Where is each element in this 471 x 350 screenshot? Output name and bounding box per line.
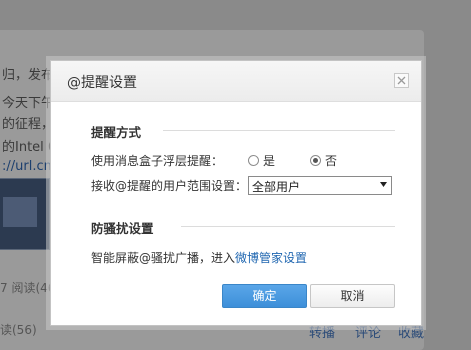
bg-thumbnail-image[interactable] <box>0 178 50 250</box>
anti-spam-section-title: 防骚扰设置 <box>91 221 154 236</box>
bg-text-line-2: 今天下午 <box>2 96 55 111</box>
user-scope-label: 接收@提醒的用户范围设置： <box>91 179 248 193</box>
user-scope-select-value: 全部用户 <box>252 180 301 194</box>
anti-spam-row: 智能屏蔽@骚扰广播，进入微博管家设置 <box>91 249 307 266</box>
section-divider <box>163 130 395 131</box>
popup-reminder-label: 使用消息盒子浮层提醒： <box>91 154 224 168</box>
chevron-down-icon <box>380 182 387 187</box>
confirm-button[interactable]: 确定 <box>222 284 307 308</box>
close-icon[interactable] <box>394 73 409 88</box>
user-scope-select[interactable]: 全部用户 <box>248 176 392 195</box>
bg-text-line-4: 的Intel 6 <box>2 140 57 155</box>
anti-spam-text: 智能屏蔽@骚扰广播，进入 <box>91 251 236 265</box>
cancel-button[interactable]: 取消 <box>310 284 395 308</box>
dialog-title: @提醒设置 <box>67 75 137 91</box>
bg-read-count: 7 阅读(46 <box>0 281 56 295</box>
radio-yes[interactable] <box>248 155 259 166</box>
reminder-method-section-title: 提醒方式 <box>91 125 142 140</box>
radio-no-label[interactable]: 否 <box>325 152 337 169</box>
radio-no[interactable] <box>310 155 321 166</box>
radio-yes-label[interactable]: 是 <box>263 152 275 169</box>
weibo-manager-settings-link[interactable]: 微博管家设置 <box>235 251 307 265</box>
reminder-settings-dialog: @提醒设置 提醒方式 使用消息盒子浮层提醒： 是 否 接收@提醒的用户范围设置：… <box>50 60 422 326</box>
section-divider <box>181 226 395 227</box>
dialog-header: @提醒设置 <box>51 61 421 102</box>
bg-link-url[interactable]: ://url.cn/ <box>2 159 56 174</box>
bg-text-line-1: 归，发布 <box>2 68 55 83</box>
bg-footer-count: 读(56) <box>0 323 37 337</box>
bg-text-line-3: 的征程， <box>2 117 55 132</box>
